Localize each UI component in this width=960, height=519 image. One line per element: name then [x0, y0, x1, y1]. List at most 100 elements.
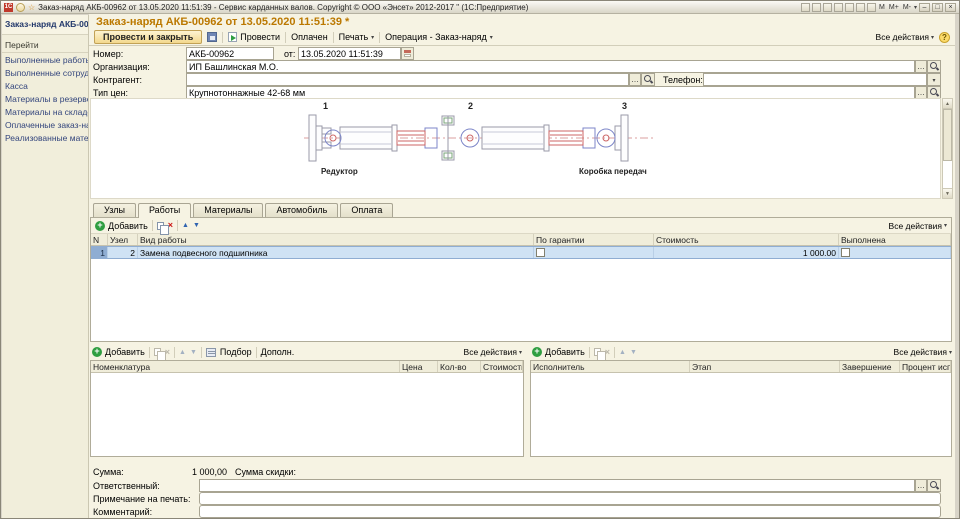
tab-nodes[interactable]: Узлы — [93, 203, 136, 217]
column-header[interactable]: N — [91, 234, 108, 245]
print-preview-icon[interactable] — [823, 3, 832, 12]
operation-menu-button[interactable]: Операция - Заказ-наряд▾ — [385, 32, 493, 42]
column-header[interactable]: Номенклатура — [91, 361, 400, 372]
extra-button[interactable]: Дополн. — [261, 347, 295, 357]
close-button[interactable]: × — [945, 3, 956, 12]
move-up-icon[interactable]: ▲ — [619, 348, 626, 357]
column-header[interactable]: Цена — [400, 361, 438, 372]
sidebar-item-sold-materials[interactable]: Реализованные материалы — [2, 131, 88, 144]
column-header[interactable]: Вид работы — [138, 234, 534, 245]
column-header[interactable]: Исполнитель — [531, 361, 690, 372]
works-all-actions-button[interactable]: Все действия▾ — [889, 221, 947, 231]
done-checkbox[interactable] — [841, 248, 850, 257]
sidebar-item-completed-works[interactable]: Выполненные работы — [2, 53, 88, 66]
number-input[interactable] — [186, 47, 274, 60]
column-header[interactable]: Выполнена — [839, 234, 951, 245]
move-down-icon[interactable]: ▼ — [190, 348, 197, 357]
nav-back-button[interactable] — [16, 3, 25, 12]
copy-row-icon[interactable] — [157, 222, 164, 230]
memory-m-button[interactable]: M — [878, 4, 886, 11]
memory-m-minus-button[interactable]: M- — [902, 4, 912, 11]
materials-all-actions-button[interactable]: Все действия▾ — [464, 347, 522, 357]
all-actions-button[interactable]: Все действия▾ — [876, 32, 934, 42]
favorites-star-icon[interactable]: ☆ — [28, 3, 35, 12]
print-menu-button[interactable]: Печать▾ — [339, 32, 375, 42]
add-favorite-icon[interactable] — [834, 3, 843, 12]
pick-button[interactable]: Подбор — [220, 347, 252, 357]
materials-table[interactable]: Номенклатура Цена Кол-во Стоимость — [90, 360, 524, 457]
column-header[interactable]: Этап — [690, 361, 840, 372]
column-header[interactable]: По гарантии — [534, 234, 654, 245]
phone-dropdown-button[interactable]: ▾ — [927, 73, 941, 86]
sidebar-item-cash[interactable]: Касса — [2, 79, 88, 92]
scroll-up-icon[interactable]: ▲ — [943, 99, 952, 109]
post-and-close-button[interactable]: Провести и закрыть — [94, 30, 202, 44]
contragent-input[interactable] — [186, 73, 629, 86]
history-icon[interactable] — [845, 3, 854, 12]
calendar-picker-icon[interactable] — [401, 47, 414, 60]
scrollbar-thumb[interactable] — [943, 109, 952, 161]
sidebar-item-stock-materials[interactable]: Материалы на складе — [2, 105, 88, 118]
save-document-icon[interactable] — [207, 32, 217, 42]
save-icon[interactable] — [801, 3, 810, 12]
print-icon[interactable] — [812, 3, 821, 12]
column-header[interactable]: Завершение — [840, 361, 900, 372]
responsible-search-button[interactable] — [927, 479, 941, 492]
post-button[interactable]: Провести — [228, 32, 280, 42]
paid-button[interactable]: Оплачен — [291, 32, 328, 42]
help-icon[interactable]: ? — [939, 32, 950, 43]
minimize-button[interactable]: – — [919, 3, 930, 12]
work-row[interactable]: 1 2 Замена подвесного подшипника 1 000.0… — [91, 246, 951, 259]
move-down-icon[interactable]: ▼ — [630, 348, 637, 357]
sidebar-item-employee-works[interactable]: Выполненные сотрудника... — [2, 66, 88, 79]
pick-list-icon[interactable] — [206, 348, 216, 357]
copy-row-icon[interactable] — [594, 348, 601, 356]
warranty-checkbox[interactable] — [536, 248, 545, 257]
cost-cell[interactable]: 1 000.00 — [654, 247, 839, 258]
sidebar-item-paid-orders[interactable]: Оплаченные заказ-наряды — [2, 118, 88, 131]
tab-materials[interactable]: Материалы — [193, 203, 263, 217]
work-type-cell[interactable]: Замена подвесного подшипника — [138, 247, 534, 258]
date-input[interactable] — [298, 47, 401, 60]
scroll-down-icon[interactable]: ▼ — [943, 188, 952, 198]
comment-input[interactable] — [199, 505, 941, 518]
sidebar-document-tab[interactable]: Заказ-наряд АКБ-009... — [2, 15, 88, 35]
column-header[interactable]: Стоимость — [481, 361, 523, 372]
memory-m-plus-button[interactable]: M+ — [888, 4, 900, 11]
executors-all-actions-button[interactable]: Все действия▾ — [894, 347, 952, 357]
toolbar-separator — [285, 32, 286, 43]
warranty-cell — [534, 247, 654, 258]
contragent-search-button[interactable] — [641, 73, 655, 86]
phone-input[interactable] — [703, 73, 927, 86]
column-header[interactable]: Стоимость — [654, 234, 839, 245]
add-work-button[interactable]: + Добавить — [95, 221, 148, 231]
chevron-down-icon: ▾ — [519, 349, 522, 356]
tab-payment[interactable]: Оплата — [340, 203, 393, 217]
titlebar-dropdown-icon[interactable]: ▾ — [914, 4, 917, 11]
tab-vehicle[interactable]: Автомобиль — [265, 203, 338, 217]
add-material-button[interactable]: + Добавить — [92, 347, 145, 357]
move-up-icon[interactable]: ▲ — [179, 348, 186, 357]
copy-row-icon[interactable] — [154, 348, 161, 356]
column-header[interactable]: Кол-во — [438, 361, 481, 372]
column-header[interactable]: Узел — [108, 234, 138, 245]
add-executor-button[interactable]: + Добавить — [532, 347, 585, 357]
calendar-icon[interactable] — [867, 3, 876, 12]
print-note-input[interactable] — [199, 492, 941, 505]
organization-ellipsis-button[interactable]: … — [915, 60, 927, 73]
move-down-icon[interactable]: ▼ — [193, 221, 200, 230]
organization-search-button[interactable] — [927, 60, 941, 73]
responsible-ellipsis-button[interactable]: … — [915, 479, 927, 492]
organization-input[interactable] — [186, 60, 915, 73]
calculator-icon[interactable] — [856, 3, 865, 12]
contragent-ellipsis-button[interactable]: … — [629, 73, 641, 86]
move-up-icon[interactable]: ▲ — [182, 221, 189, 230]
column-header[interactable]: Процент исполнения — [900, 361, 951, 372]
responsible-input[interactable] — [199, 479, 915, 492]
executors-table[interactable]: Исполнитель Этап Завершение Процент испо… — [530, 360, 952, 457]
restore-button[interactable]: □ — [932, 3, 943, 12]
diagram-scrollbar[interactable]: ▲ ▼ — [942, 98, 953, 199]
node-cell[interactable]: 2 — [108, 247, 138, 258]
tab-works[interactable]: Работы — [138, 203, 191, 218]
sidebar-item-reserved-materials[interactable]: Материалы в резерве — [2, 92, 88, 105]
